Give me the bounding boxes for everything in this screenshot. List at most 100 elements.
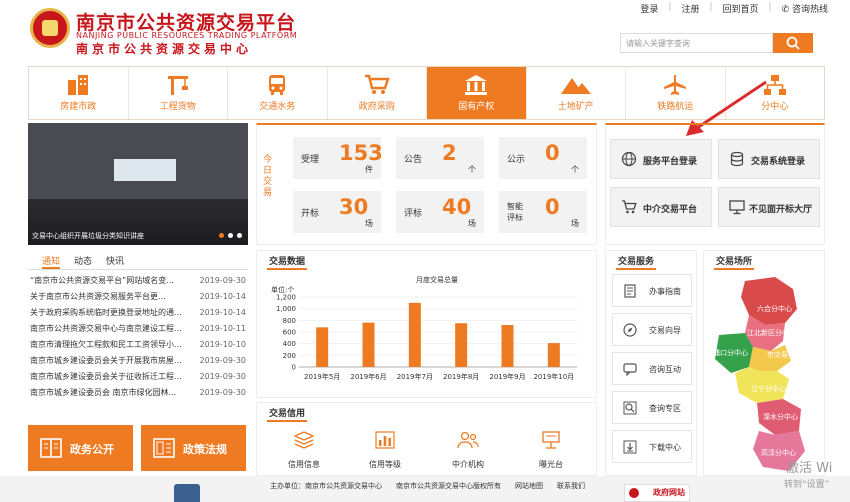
panel-title: 交易服务 [615, 254, 657, 270]
credit-info-link[interactable]: 信用信息 [269, 431, 339, 470]
stat-bid-evaluation[interactable]: 评标 40 场 [396, 191, 484, 233]
service-label: 查询专区 [649, 404, 681, 413]
service-label: 咨询互动 [649, 365, 681, 374]
stat-label: 评标 [404, 209, 423, 219]
site-title-en: NANJING PUBLIC RESOURCES TRADING PLATFOR… [76, 31, 298, 40]
credit-label: 曝光台 [539, 460, 563, 469]
crane-icon [167, 76, 188, 95]
service-platform-login-button[interactable]: 服务平台登录 [610, 139, 712, 179]
news-date: 2019-09-30 [199, 388, 247, 397]
stat-bid-opening[interactable]: 开标 30 场 [293, 191, 381, 233]
stat-smart-evaluation[interactable]: 智能评标 0 场 [499, 191, 587, 233]
trade-venue-panel: 交易场所 六合分中心 江北新区分中心 浦口分中心 市交易中心 江宁分中心 溧水分… [703, 250, 825, 476]
bank-icon [465, 75, 488, 95]
remote-bid-hall-button[interactable]: 不见面开标大厅 [718, 187, 820, 227]
trading-system-login-button[interactable]: 交易系统登录 [718, 139, 820, 179]
nav-item-transport[interactable]: 交通水务 [228, 67, 328, 119]
search-button[interactable] [773, 33, 813, 53]
service-label: 下载中心 [649, 443, 681, 452]
trade-guide-link[interactable]: 交易向导 [612, 313, 692, 346]
nav-label: 土地矿产 [557, 102, 594, 112]
stat-publicity[interactable]: 公示 0 个 [499, 137, 587, 179]
hotline-link[interactable]: ✆ 咨询热线 [782, 2, 828, 15]
list-item[interactable]: 南京市城乡建设委员会关于征收拆迁工程... 2019-09-30 [28, 369, 248, 385]
button-label: 交易系统登录 [751, 157, 806, 167]
consult-link[interactable]: 咨询互动 [612, 352, 692, 385]
projection-screen [114, 159, 176, 181]
gov-affairs-button[interactable]: 政务公开 [28, 425, 133, 471]
x-tick-label: 2019年10月 [533, 372, 574, 381]
site-subtitle: 南京市公共资源交易中心 [76, 42, 253, 56]
agency-trading-platform-button[interactable]: 中介交易平台 [610, 187, 712, 227]
stat-unit: 场 [365, 219, 373, 228]
stat-label: 智能评标 [507, 202, 523, 222]
carousel-dot[interactable] [228, 233, 233, 238]
policy-regulations-button[interactable]: 政策法规 [141, 425, 246, 471]
news-date: 2019-09-30 [199, 372, 247, 381]
button-label: 政策法规 [183, 443, 227, 456]
chart-bar [316, 327, 329, 367]
list-item[interactable]: 南京市城乡建设委员会关于开展我市房屋... 2019-09-30 [28, 353, 248, 369]
button-label: 不见面开标大厅 [749, 205, 813, 215]
news-title: 南京市公共资源交易中心与南京建设工程... [30, 324, 182, 333]
x-tick-label: 2019年6月 [350, 372, 386, 381]
nav-item-land[interactable]: 土地矿产 [527, 67, 626, 119]
credit-label: 信用等级 [369, 460, 401, 469]
list-item[interactable]: “南京市公共资源交易平台”网站域名变... 2019-09-30 [28, 273, 248, 289]
tab-dynamics[interactable]: 动态 [74, 254, 92, 269]
service-label: 交易向导 [649, 326, 681, 335]
search-input[interactable]: 请输入关键字查询 [620, 33, 773, 53]
map-label: 浦口分中心 [713, 348, 748, 357]
home-link[interactable]: 回到首页 [723, 2, 759, 15]
credit-rating-link[interactable]: 信用等级 [350, 431, 420, 470]
gov-badge-icon[interactable] [174, 484, 200, 502]
map-label: 江宁分中心 [751, 384, 786, 393]
panel-title: 交易数据 [266, 254, 308, 270]
divider: | [768, 2, 772, 12]
tab-flash[interactable]: 快讯 [106, 254, 124, 269]
stat-unit: 件 [365, 165, 373, 174]
nav-label: 交通水务 [259, 102, 296, 112]
stat-accepted[interactable]: 受理 153 件 [293, 137, 383, 179]
list-item[interactable]: 南京市城乡建设委员会 南京市绿化园林... 2019-09-30 [28, 385, 248, 401]
today-trading-panel: 今日交易 受理 153 件 公告 2 个 公示 0 个 开标 30 场 评标 4… [256, 123, 597, 245]
x-tick-label: 2019年8月 [443, 372, 479, 381]
divider: | [709, 2, 713, 12]
trade-data-panel: 交易数据 月度交易总量 单位:个 1,200 1,000 800 600 400 200 0 20… [256, 250, 597, 398]
bar-chart-icon [375, 431, 395, 449]
map-label: 六合分中心 [757, 304, 792, 313]
nav-item-state-assets[interactable]: 国有产权 [427, 67, 527, 119]
carousel-dot[interactable] [237, 233, 242, 238]
y-tick-label: 1,200 [276, 294, 296, 302]
chart-bar [501, 325, 514, 367]
nav-item-procurement[interactable]: 政府采购 [328, 67, 427, 119]
login-link[interactable]: 登录 [640, 2, 658, 15]
gov-website-badge[interactable]: 政府网站 [624, 484, 690, 502]
news-carousel[interactable]: 交易中心组织开展垃圾分类知识讲座 [28, 123, 248, 245]
list-item[interactable]: 南京市清理拖欠工程款和民工工资领导小... 2019-10-10 [28, 337, 248, 353]
stat-announcement[interactable]: 公告 2 个 [396, 137, 484, 179]
agency-link[interactable]: 中介机构 [433, 431, 503, 470]
news-title: 关于政府采购系统临时更换登录地址的通... [30, 308, 182, 317]
nav-item-building[interactable]: 房建市政 [29, 67, 129, 119]
news-panel: 通知 动态 快讯 “南京市公共资源交易平台”网站域名变... 2019-09-30… [28, 250, 248, 420]
news-title: 南京市清理拖欠工程款和民工工资领导小... [30, 340, 182, 349]
register-link[interactable]: 注册 [681, 2, 699, 15]
stat-unit: 场 [571, 219, 579, 228]
header: 南京市公共资源交易平台 NANJING PUBLIC RESOURCES TRA… [0, 0, 850, 66]
nav-item-goods[interactable]: 工程货物 [129, 67, 228, 119]
carousel-dot[interactable] [219, 233, 224, 238]
nav-label: 工程货物 [159, 102, 196, 112]
list-item[interactable]: 关于南京市公共资源交易服务平台更... 2019-10-14 [28, 289, 248, 305]
list-item[interactable]: 关于政府采购系统临时更换登录地址的通... 2019-10-14 [28, 305, 248, 321]
exposure-link[interactable]: 曝光台 [516, 431, 586, 470]
download-center-link[interactable]: 下载中心 [612, 430, 692, 463]
tab-notice[interactable]: 通知 [42, 254, 61, 269]
mountain-icon [560, 78, 591, 94]
footer: 主办单位：南京市公共资源交易中心 南京市公共资源交易中心版权所有 网站地图 联系… [0, 476, 850, 502]
guide-link[interactable]: 办事指南 [612, 274, 692, 307]
query-zone-link[interactable]: 查询专区 [612, 391, 692, 424]
list-item[interactable]: 南京市公共资源交易中心与南京建设工程... 2019-10-11 [28, 321, 248, 337]
monthly-volume-chart: 月度交易总量单位:个1,2001,00080060040020002019年5月… [271, 275, 577, 381]
button-label: 中介交易平台 [643, 205, 698, 215]
